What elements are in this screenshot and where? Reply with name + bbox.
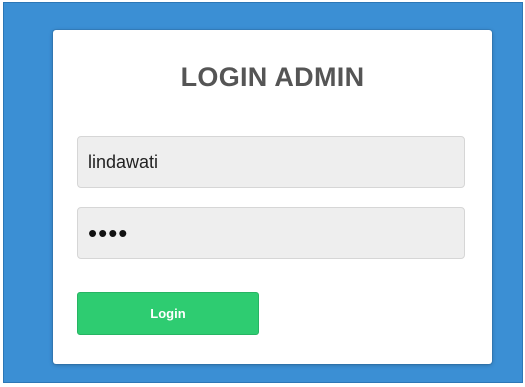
username-input[interactable] xyxy=(77,136,465,188)
page-background: LOGIN ADMIN Login xyxy=(3,2,523,383)
login-card: LOGIN ADMIN Login xyxy=(53,30,492,364)
password-input[interactable] xyxy=(77,207,465,259)
login-title: LOGIN ADMIN xyxy=(180,62,365,92)
login-button[interactable]: Login xyxy=(77,292,259,335)
